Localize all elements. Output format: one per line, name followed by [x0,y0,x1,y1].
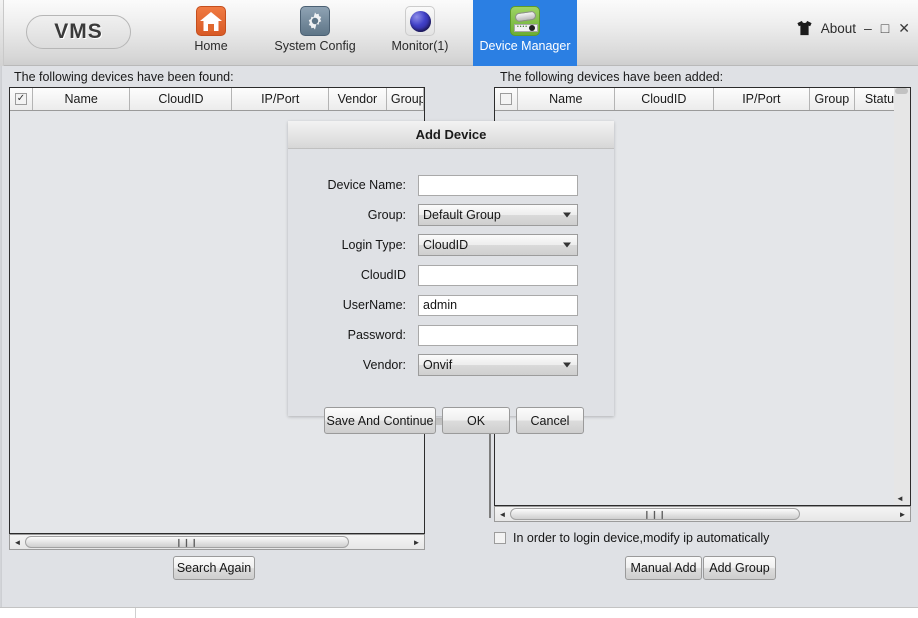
maximize-button[interactable]: □ [881,21,889,35]
tab-device-manager-label: Device Manager [479,39,571,53]
password-input[interactable] [418,324,578,346]
vendor-select-value: Onvif [423,358,453,372]
field-row-vendor: Vendor: Onvif [288,350,614,380]
added-column-cloudid[interactable]: CloudID [614,88,714,110]
field-row-cloudid: CloudID [288,260,614,290]
add-device-dialog-body: Device Name: Group: Default Group Login … [288,149,614,434]
tab-system-config-label: System Config [274,39,356,53]
about-label: About [820,20,856,36]
found-column-vendor[interactable]: Vendor [328,88,387,110]
group-select-value: Default Group [423,208,501,222]
vendor-select[interactable]: Onvif [418,354,578,376]
tab-device-manager[interactable]: •••• Device Manager [473,0,577,66]
device-name-label: Device Name: [327,178,407,192]
sphere-monitor-icon [405,6,435,36]
tab-home-label: Home [194,39,228,53]
save-and-continue-button[interactable]: Save And Continue [324,407,436,434]
found-column-group[interactable]: Group [386,88,424,110]
login-type-label: Login Type: [341,238,406,252]
added-devices-caption: The following devices have been added: [500,70,724,84]
tab-monitor-label: Monitor(1) [391,39,449,53]
vendor-label: Vendor: [362,358,406,372]
tab-system-config[interactable]: System Config [262,0,368,66]
vms-application-window: VMS Home System Config Monitor(1) •••• D… [0,0,918,618]
manual-add-button[interactable]: Manual Add [625,556,702,580]
tshirt-icon [797,20,812,36]
found-column-cloudid[interactable]: CloudID [130,88,233,110]
add-device-dialog-buttons: Save And Continue OK Cancel [324,407,584,434]
vms-logo-text: VMS [54,20,103,43]
found-hscroll-left-arrow[interactable]: ◄ [10,538,25,547]
chevron-down-icon [563,362,571,368]
search-again-button[interactable]: Search Again [173,556,255,580]
field-row-password: Password: [288,320,614,350]
cancel-button[interactable]: Cancel [516,407,584,434]
group-label: Group: [367,208,406,222]
window-controls: – □ ✕ [864,21,910,35]
found-hscroll-right-arrow[interactable]: ► [409,538,424,547]
found-hscroll-track[interactable]: ❙❙❙ [25,535,409,549]
device-name-input[interactable] [418,174,578,196]
about-button[interactable]: About [796,20,856,36]
added-table-header-row: Name CloudID IP/Port Group Status [495,88,910,111]
content-left-border [0,66,2,607]
gear-icon [300,6,330,36]
field-row-group: Group: Default Group [288,200,614,230]
added-column-name[interactable]: Name [518,88,615,110]
added-hscroll-thumb[interactable]: ❙❙❙ [510,508,800,520]
minimize-button[interactable]: – [864,21,872,35]
tab-monitor[interactable]: Monitor(1) [382,0,458,66]
cloudid-input[interactable] [418,264,578,286]
found-select-all-checkbox[interactable]: ✓ [15,93,27,105]
vms-logo: VMS [26,15,131,49]
found-hscroll-thumb[interactable]: ❙❙❙ [25,536,349,548]
auto-modify-ip-checkbox[interactable] [494,532,506,544]
main-toolbar: VMS Home System Config Monitor(1) •••• D… [0,0,918,66]
window-bottom-chrome [0,607,918,618]
found-select-all-cell[interactable]: ✓ [10,88,33,110]
added-column-group[interactable]: Group [809,88,856,110]
add-device-dialog: Add Device Device Name: Group: Default G… [288,121,614,434]
ok-button[interactable]: OK [442,407,510,434]
field-row-login-type: Login Type: CloudID [288,230,614,260]
close-button[interactable]: ✕ [898,21,910,35]
username-input[interactable] [418,294,578,316]
added-select-all-cell[interactable] [495,88,518,110]
found-table-header-row: ✓ Name CloudID IP/Port Vendor Group [10,88,424,111]
home-icon [196,6,226,36]
cloudid-label: CloudID [360,268,406,282]
username-label: UserName: [342,298,406,312]
field-row-device-name: Device Name: [288,170,614,200]
added-vscroll-down-arrow[interactable]: ◄ [896,494,904,503]
toolbar-left-edge [0,0,4,66]
login-type-select-value: CloudID [423,238,469,252]
added-vscroll-thumb[interactable] [895,88,908,94]
added-table-vscrollbar[interactable]: ◄ [894,88,910,505]
added-hscroll-right-arrow[interactable]: ► [895,510,910,519]
window-bottom-divider [135,608,136,618]
added-hscroll-left-arrow[interactable]: ◄ [495,510,510,519]
chevron-down-icon [563,242,571,248]
tab-home[interactable]: Home [180,0,242,66]
add-device-dialog-title: Add Device [288,121,614,149]
found-column-name[interactable]: Name [33,88,131,110]
added-hscroll-track[interactable]: ❙❙❙ [510,507,895,521]
added-table-hscrollbar[interactable]: ◄ ❙❙❙ ► [494,506,911,522]
found-column-ipport[interactable]: IP/Port [232,88,329,110]
chevron-down-icon [563,212,571,218]
group-select[interactable]: Default Group [418,204,578,226]
found-table-hscrollbar[interactable]: ◄ ❙❙❙ ► [9,534,425,550]
field-row-username: UserName: [288,290,614,320]
added-column-ipport[interactable]: IP/Port [714,88,810,110]
login-type-select[interactable]: CloudID [418,234,578,256]
auto-modify-ip-label: In order to login device,modify ip autom… [513,531,770,545]
add-group-button[interactable]: Add Group [703,556,776,580]
found-devices-caption: The following devices have been found: [14,70,234,84]
auto-modify-ip-row[interactable]: In order to login device,modify ip autom… [494,531,769,545]
added-select-all-checkbox[interactable] [500,93,512,105]
password-label: Password: [347,328,406,342]
device-camera-icon: •••• [510,6,540,36]
